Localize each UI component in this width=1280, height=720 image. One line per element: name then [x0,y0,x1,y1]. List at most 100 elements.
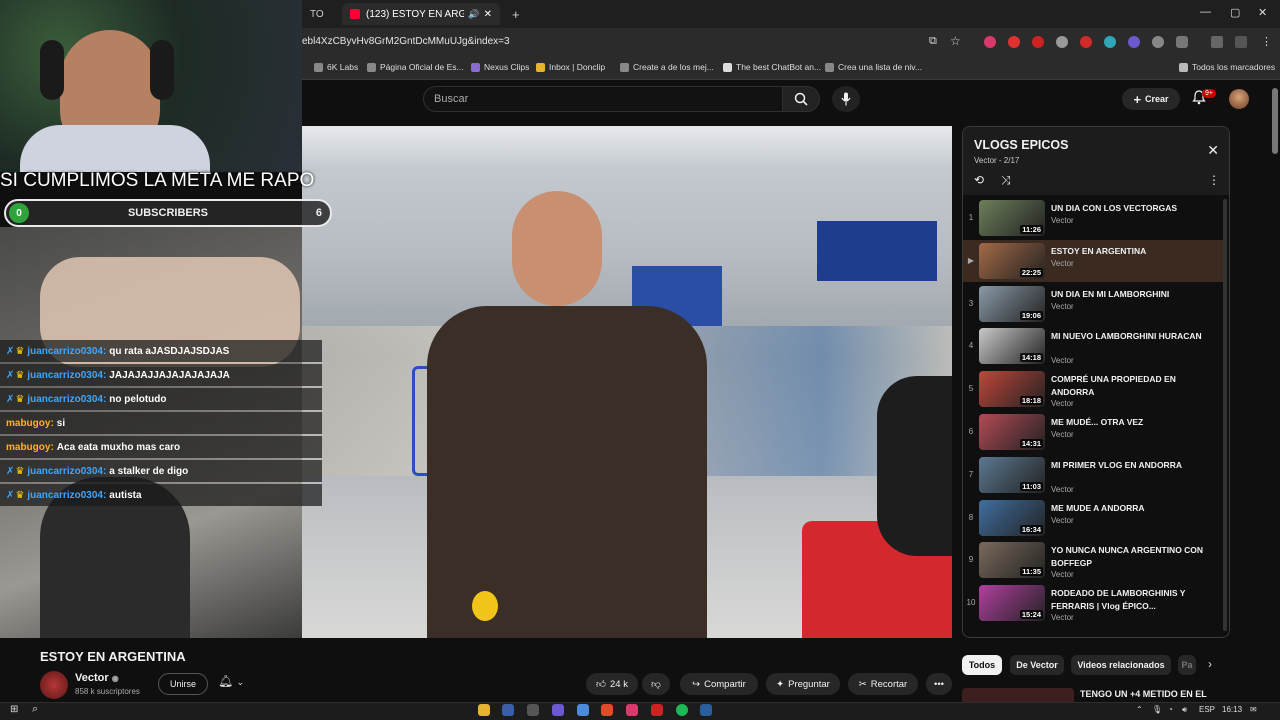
reading-list-icon[interactable] [1211,36,1223,48]
playlist-thumbnail[interactable]: 11:26 [979,200,1045,236]
playlist-thumbnail[interactable]: 16:34 [979,499,1045,536]
new-tab-button[interactable]: + [504,3,524,25]
extension-icon[interactable] [1080,36,1092,48]
chip-from-channel[interactable]: De Vector [1010,655,1064,675]
playlist-item[interactable]: 4 14:18 MI NUEVO LAMBORGHINI HURACAN Vector [963,325,1223,367]
playlist-thumbnail[interactable]: 19:06 [979,285,1045,322]
extension-icon[interactable] [1008,36,1020,48]
tab-partial[interactable]: TO [302,3,342,25]
playlist-scrollbar[interactable] [1223,199,1227,631]
minimize-button[interactable]: — [1200,6,1211,18]
create-button[interactable]: + Crear [1122,88,1180,110]
playlist-thumbnail[interactable]: 18:18 [979,371,1045,408]
playlist-item[interactable]: ▶ 22:25 ESTOY EN ARGENTINA Vector [963,239,1223,282]
chip-related[interactable]: Videos relacionados [1071,655,1171,675]
browser-menu-icon[interactable]: ⋮ [1261,35,1272,48]
page-scrollbar[interactable] [1272,88,1278,154]
network-icon[interactable]: ◔ [1168,705,1173,714]
discord-icon[interactable] [552,704,564,716]
playlist-item[interactable]: 3 19:06 UN DIA EN MI LAMBORGHINI Vector [963,283,1223,325]
playlist-item-title[interactable]: COMPRÉ UNA PROPIEDAD EN ANDORRA [1051,373,1216,399]
language-indicator[interactable]: ESP [1199,705,1215,714]
url-text[interactable]: ebl4XzCByvHv8GrM2GntDcMMuUJg&index=3 [302,36,510,47]
search-button[interactable] [782,86,820,112]
playlist-item-title[interactable]: ME MUDE A ANDORRA [1051,502,1216,515]
recommended-thumbnail[interactable] [962,688,1074,702]
steam-icon[interactable] [502,704,514,716]
playlist-item-title[interactable]: ME MUDÉ... OTRA VEZ [1051,416,1216,429]
tab-active[interactable]: (123) ESTOY EN ARGENTINA 🔊 ✕ [342,3,500,25]
tray-mic-icon[interactable]: 🎙︎ [1152,705,1162,714]
bookmark-item[interactable]: The best ChatBot an... [723,62,821,72]
channel-name[interactable]: Vector ◉ [75,672,119,684]
like-button[interactable]: 👍︎ 24 k [586,673,638,695]
bookmark-item[interactable]: Create a de los mej... [620,62,714,72]
playlist-title[interactable]: VLOGS EPICOS [974,138,1068,152]
clip-button[interactable]: ✂ Recortar [848,673,918,695]
chip-partial[interactable]: Pa [1178,655,1196,675]
bookmark-item[interactable]: Nexus Clips [471,62,529,72]
playlist-item[interactable]: 7 11:03 MI PRIMER VLOG EN ANDORRA Vector [963,454,1223,496]
playlist-item[interactable]: 1 11:26 UN DIA CON LOS VECTORGAS Vector [963,197,1223,239]
close-window-button[interactable]: ✕ [1258,6,1267,19]
install-icon[interactable]: ⧉ [929,35,937,48]
loop-icon[interactable]: ⟲ [974,173,984,187]
join-button[interactable]: Unirse [158,673,208,695]
extension-icon[interactable] [1104,36,1116,48]
recommended-title[interactable]: TENGO UN +4 METIDO EN EL [1080,689,1207,699]
playlist-item-title[interactable]: MI NUEVO LAMBORGHINI HURACAN [1051,330,1216,343]
playlist-item[interactable]: 10 15:24 RODEADO DE LAMBORGHINIS Y FERRARI… [963,582,1223,624]
shuffle-icon[interactable]: ⤨ [1001,173,1011,188]
profile-icon[interactable] [1235,36,1247,48]
channel-avatar[interactable] [40,671,68,699]
playlist-thumbnail[interactable]: 14:18 [979,328,1045,365]
dislike-button[interactable]: 👎︎ [642,673,670,695]
file-explorer-icon[interactable] [478,704,490,716]
voice-search-button[interactable] [832,86,860,112]
search-icon[interactable]: ⌕ [32,703,38,716]
notification-center-icon[interactable]: ✉ [1250,705,1257,714]
subscription-bell-button[interactable]: 🔔︎ ⌄ [218,674,244,688]
extensions-puzzle-icon[interactable] [1176,36,1188,48]
bookmark-item[interactable]: Inbox | Donclip [536,62,605,72]
extension-icon[interactable] [1152,36,1164,48]
playlist-item-title[interactable]: UN DIA EN MI LAMBORGHINI [1051,288,1216,301]
playlist-item-title[interactable]: RODEADO DE LAMBORGHINIS Y FERRARIS | Vlo… [1051,587,1216,613]
extension-icon[interactable] [984,36,996,48]
playlist-item[interactable]: 6 14:31 ME MUDÉ... OTRA VEZ Vector [963,411,1223,453]
playlist-thumbnail[interactable]: 15:24 [979,585,1045,622]
extension-icon[interactable] [1032,36,1044,48]
playlist-thumbnail[interactable]: 11:03 [979,456,1045,493]
playlist-item[interactable]: 8 16:34 ME MUDE A ANDORRA Vector [963,497,1223,539]
ask-button[interactable]: ✦ Preguntar [766,673,840,695]
close-tab-icon[interactable]: ✕ [484,9,492,20]
app-icon[interactable] [626,704,638,716]
video-player[interactable] [302,126,952,638]
extension-icon[interactable] [1056,36,1068,48]
playlist-item-title[interactable]: YO NUNCA NUNCA ARGENTINO CON BOFFEGP [1051,544,1216,570]
playlist-item[interactable]: 5 18:18 COMPRÉ UNA PROPIEDAD EN ANDORRA Vec… [963,368,1223,410]
tray-chevron-icon[interactable]: ⌃ [1136,705,1143,714]
playlist-thumbnail[interactable]: 22:25 [979,242,1045,279]
share-button[interactable]: ↪ Compartir [680,673,758,695]
volume-icon[interactable]: 🔊︎ [1182,705,1187,715]
account-avatar[interactable] [1229,89,1249,109]
steam-icon[interactable] [700,704,712,716]
playlist-menu-icon[interactable]: ⋮ [1208,173,1220,187]
bookmark-star-icon[interactable]: ☆ [950,34,961,48]
all-bookmarks-folder[interactable]: Todos los marcadores [1179,62,1275,72]
bookmark-item[interactable]: Página Oficial de Es... [367,62,464,72]
playlist-item-title[interactable]: ESTOY EN ARGENTINA [1051,245,1216,258]
app-icon[interactable] [527,704,539,716]
chrome-icon[interactable] [577,704,589,716]
close-icon[interactable]: ✕ [1207,142,1219,159]
more-actions-button[interactable]: ••• [926,673,952,695]
chip-all[interactable]: Todos [962,655,1002,675]
playlist-item[interactable]: 9 11:35 YO NUNCA NUNCA ARGENTINO CON BOFFE… [963,539,1223,581]
clock[interactable]: 16:13 [1222,705,1242,714]
playlist-thumbnail[interactable]: 14:31 [979,414,1045,450]
playlist-item-title[interactable]: UN DIA CON LOS VECTORGAS [1051,202,1216,215]
bookmark-item[interactable]: 6K Labs [314,62,358,72]
chevron-right-icon[interactable]: › [1208,657,1212,671]
audio-icon[interactable]: 🔊 [468,9,479,20]
